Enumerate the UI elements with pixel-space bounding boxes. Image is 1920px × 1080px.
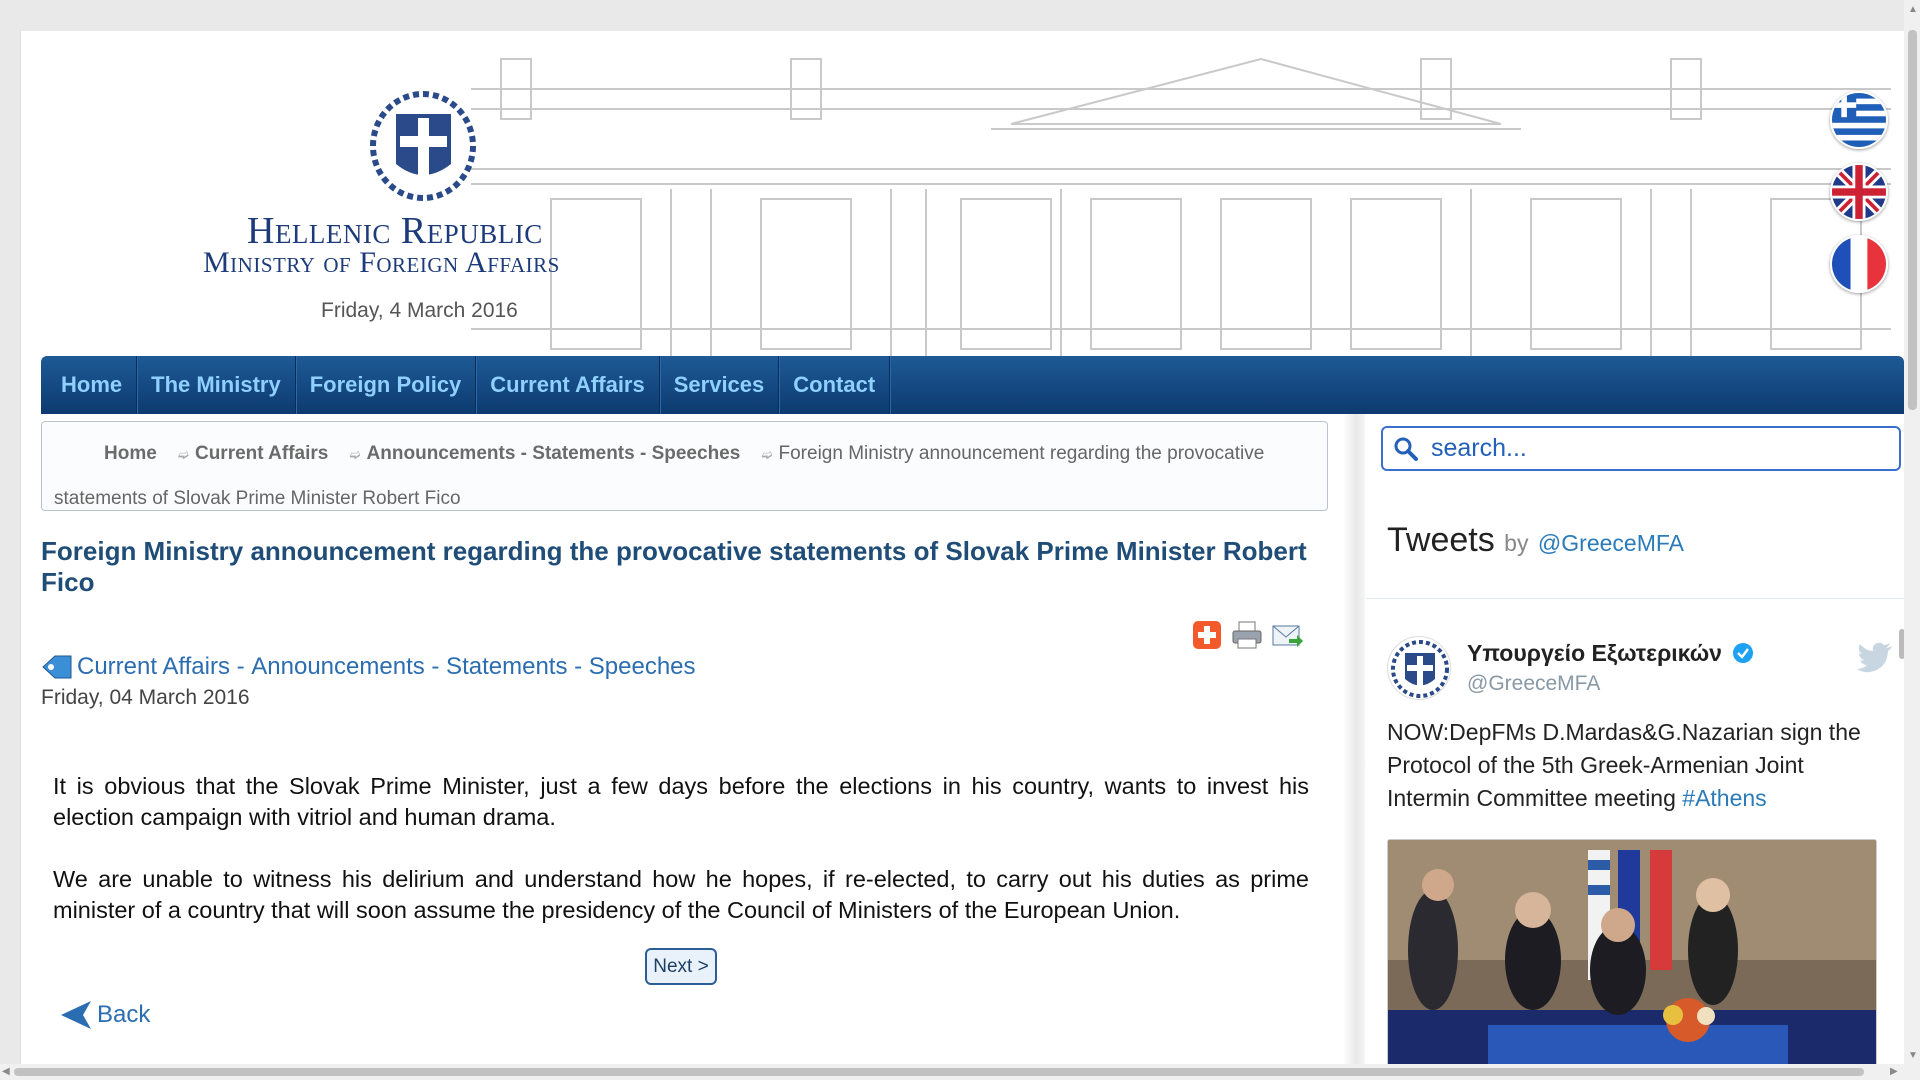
breadcrumb-separator-icon: ➫ (178, 447, 189, 462)
vertical-scrollbar[interactable]: ▲ ▼ (1904, 0, 1920, 1080)
breadcrumb-separator-icon: ➫ (761, 447, 773, 462)
horizontal-scrollbar[interactable]: ◀ ▶ (0, 1064, 1904, 1080)
breadcrumb-announcements[interactable]: Announcements - Statements - Speeches (367, 443, 741, 464)
mfa-emblem-icon (1391, 640, 1449, 698)
back-link[interactable]: Back (61, 1001, 150, 1029)
article-paragraph: We are unable to witness his delirium an… (53, 866, 1309, 923)
building-facade-illustration (471, 57, 1891, 356)
category-separator: - (229, 653, 252, 680)
header-date: Friday, 4 March 2016 (321, 299, 518, 322)
breadcrumb-current-affairs[interactable]: Current Affairs (195, 443, 328, 464)
back-label: Back (97, 1001, 151, 1028)
email-icon[interactable] (1271, 619, 1303, 651)
search-box (1381, 426, 1901, 471)
search-input[interactable] (1431, 434, 1871, 463)
column-divider (1343, 414, 1365, 1070)
horizontal-scroll-thumb[interactable] (14, 1068, 1864, 1076)
tweet-author-name-text: Υπουργείο Εξωτερικών (1467, 640, 1722, 666)
article-paragraph: It is obvious that the Slovak Prime Mini… (53, 773, 1309, 830)
page: Hellenic Republic Ministry of Foreign Af… (20, 31, 1904, 1070)
breadcrumb: Home ➫ Current Affairs ➫ Announcements - S… (41, 421, 1328, 511)
nav-services[interactable]: Services (660, 356, 780, 414)
nav-home[interactable]: Home (41, 356, 138, 414)
french-flag-icon[interactable] (1830, 235, 1888, 293)
scroll-up-icon[interactable]: ▲ (1908, 4, 1918, 15)
greek-flag-icon[interactable] (1830, 91, 1888, 149)
nav-the-ministry[interactable]: The Ministry (137, 356, 296, 414)
breadcrumb-home[interactable]: Home (54, 443, 157, 464)
tweets-widget-header: Tweets by @GreeceMFA (1387, 521, 1684, 560)
tweet-author-handle[interactable]: @GreeceMFA (1467, 672, 1600, 696)
print-icon[interactable] (1231, 619, 1263, 651)
site-header: Hellenic Republic Ministry of Foreign Af… (21, 31, 1904, 356)
search-icon (1394, 437, 1418, 461)
category-tag-icon (42, 655, 72, 679)
logo-subtitle: Ministry of Foreign Affairs (203, 246, 560, 279)
share-toolbar (1191, 619, 1303, 651)
signing-ceremony-photo (1388, 840, 1876, 1070)
vertical-scroll-thumb[interactable] (1908, 30, 1917, 410)
uk-flag-icon[interactable] (1830, 163, 1888, 221)
article-title: Foreign Ministry announcement regarding … (41, 536, 1307, 597)
hellenic-republic-emblem-icon (370, 91, 476, 201)
tweets-by: by (1504, 530, 1529, 556)
next-button[interactable]: Next > (645, 948, 717, 985)
scroll-left-icon[interactable]: ◀ (2, 1066, 10, 1077)
article-category: Current Affairs - Announcements - Statem… (41, 653, 696, 681)
avatar[interactable] (1387, 636, 1451, 700)
twitter-bird-icon[interactable] (1857, 642, 1893, 674)
tweet-author-name[interactable]: Υπουργείο Εξωτερικών (1467, 640, 1754, 667)
nav-current-affairs[interactable]: Current Affairs (476, 356, 660, 414)
addthis-share-icon[interactable] (1191, 619, 1223, 651)
tweets-handle-link[interactable]: @GreeceMFA (1538, 530, 1684, 556)
breadcrumb-separator-icon: ➫ (349, 447, 361, 462)
back-arrow-icon (61, 1001, 91, 1029)
tweet-hashtag-link[interactable]: #Athens (1682, 785, 1766, 811)
tweet-text: NOW:DepFMs D.Mardas&G.Nazarian sign the … (1387, 716, 1887, 815)
tweets-divider (1366, 598, 1904, 599)
category-link-announcements[interactable]: Announcements - Statements - Speeches (251, 653, 695, 681)
scroll-right-icon[interactable]: ▶ (1890, 1066, 1898, 1077)
language-switcher (1830, 91, 1892, 307)
article-date: Friday, 04 March 2016 (41, 686, 250, 709)
article-body: It is obvious that the Slovak Prime Mini… (53, 771, 1309, 957)
main-navigation: Home The Ministry Foreign Policy Current… (41, 356, 1904, 414)
tweet-photo[interactable] (1387, 839, 1877, 1070)
tweets-heading: Tweets (1387, 521, 1495, 559)
category-link-current-affairs[interactable]: Current Affairs (77, 653, 230, 681)
nav-foreign-policy[interactable]: Foreign Policy (296, 356, 477, 414)
verified-badge-icon (1733, 643, 1754, 663)
tweet-body: NOW:DepFMs D.Mardas&G.Nazarian sign the … (1387, 719, 1861, 811)
scroll-down-icon[interactable]: ▼ (1908, 1050, 1918, 1061)
nav-contact[interactable]: Contact (779, 356, 891, 414)
